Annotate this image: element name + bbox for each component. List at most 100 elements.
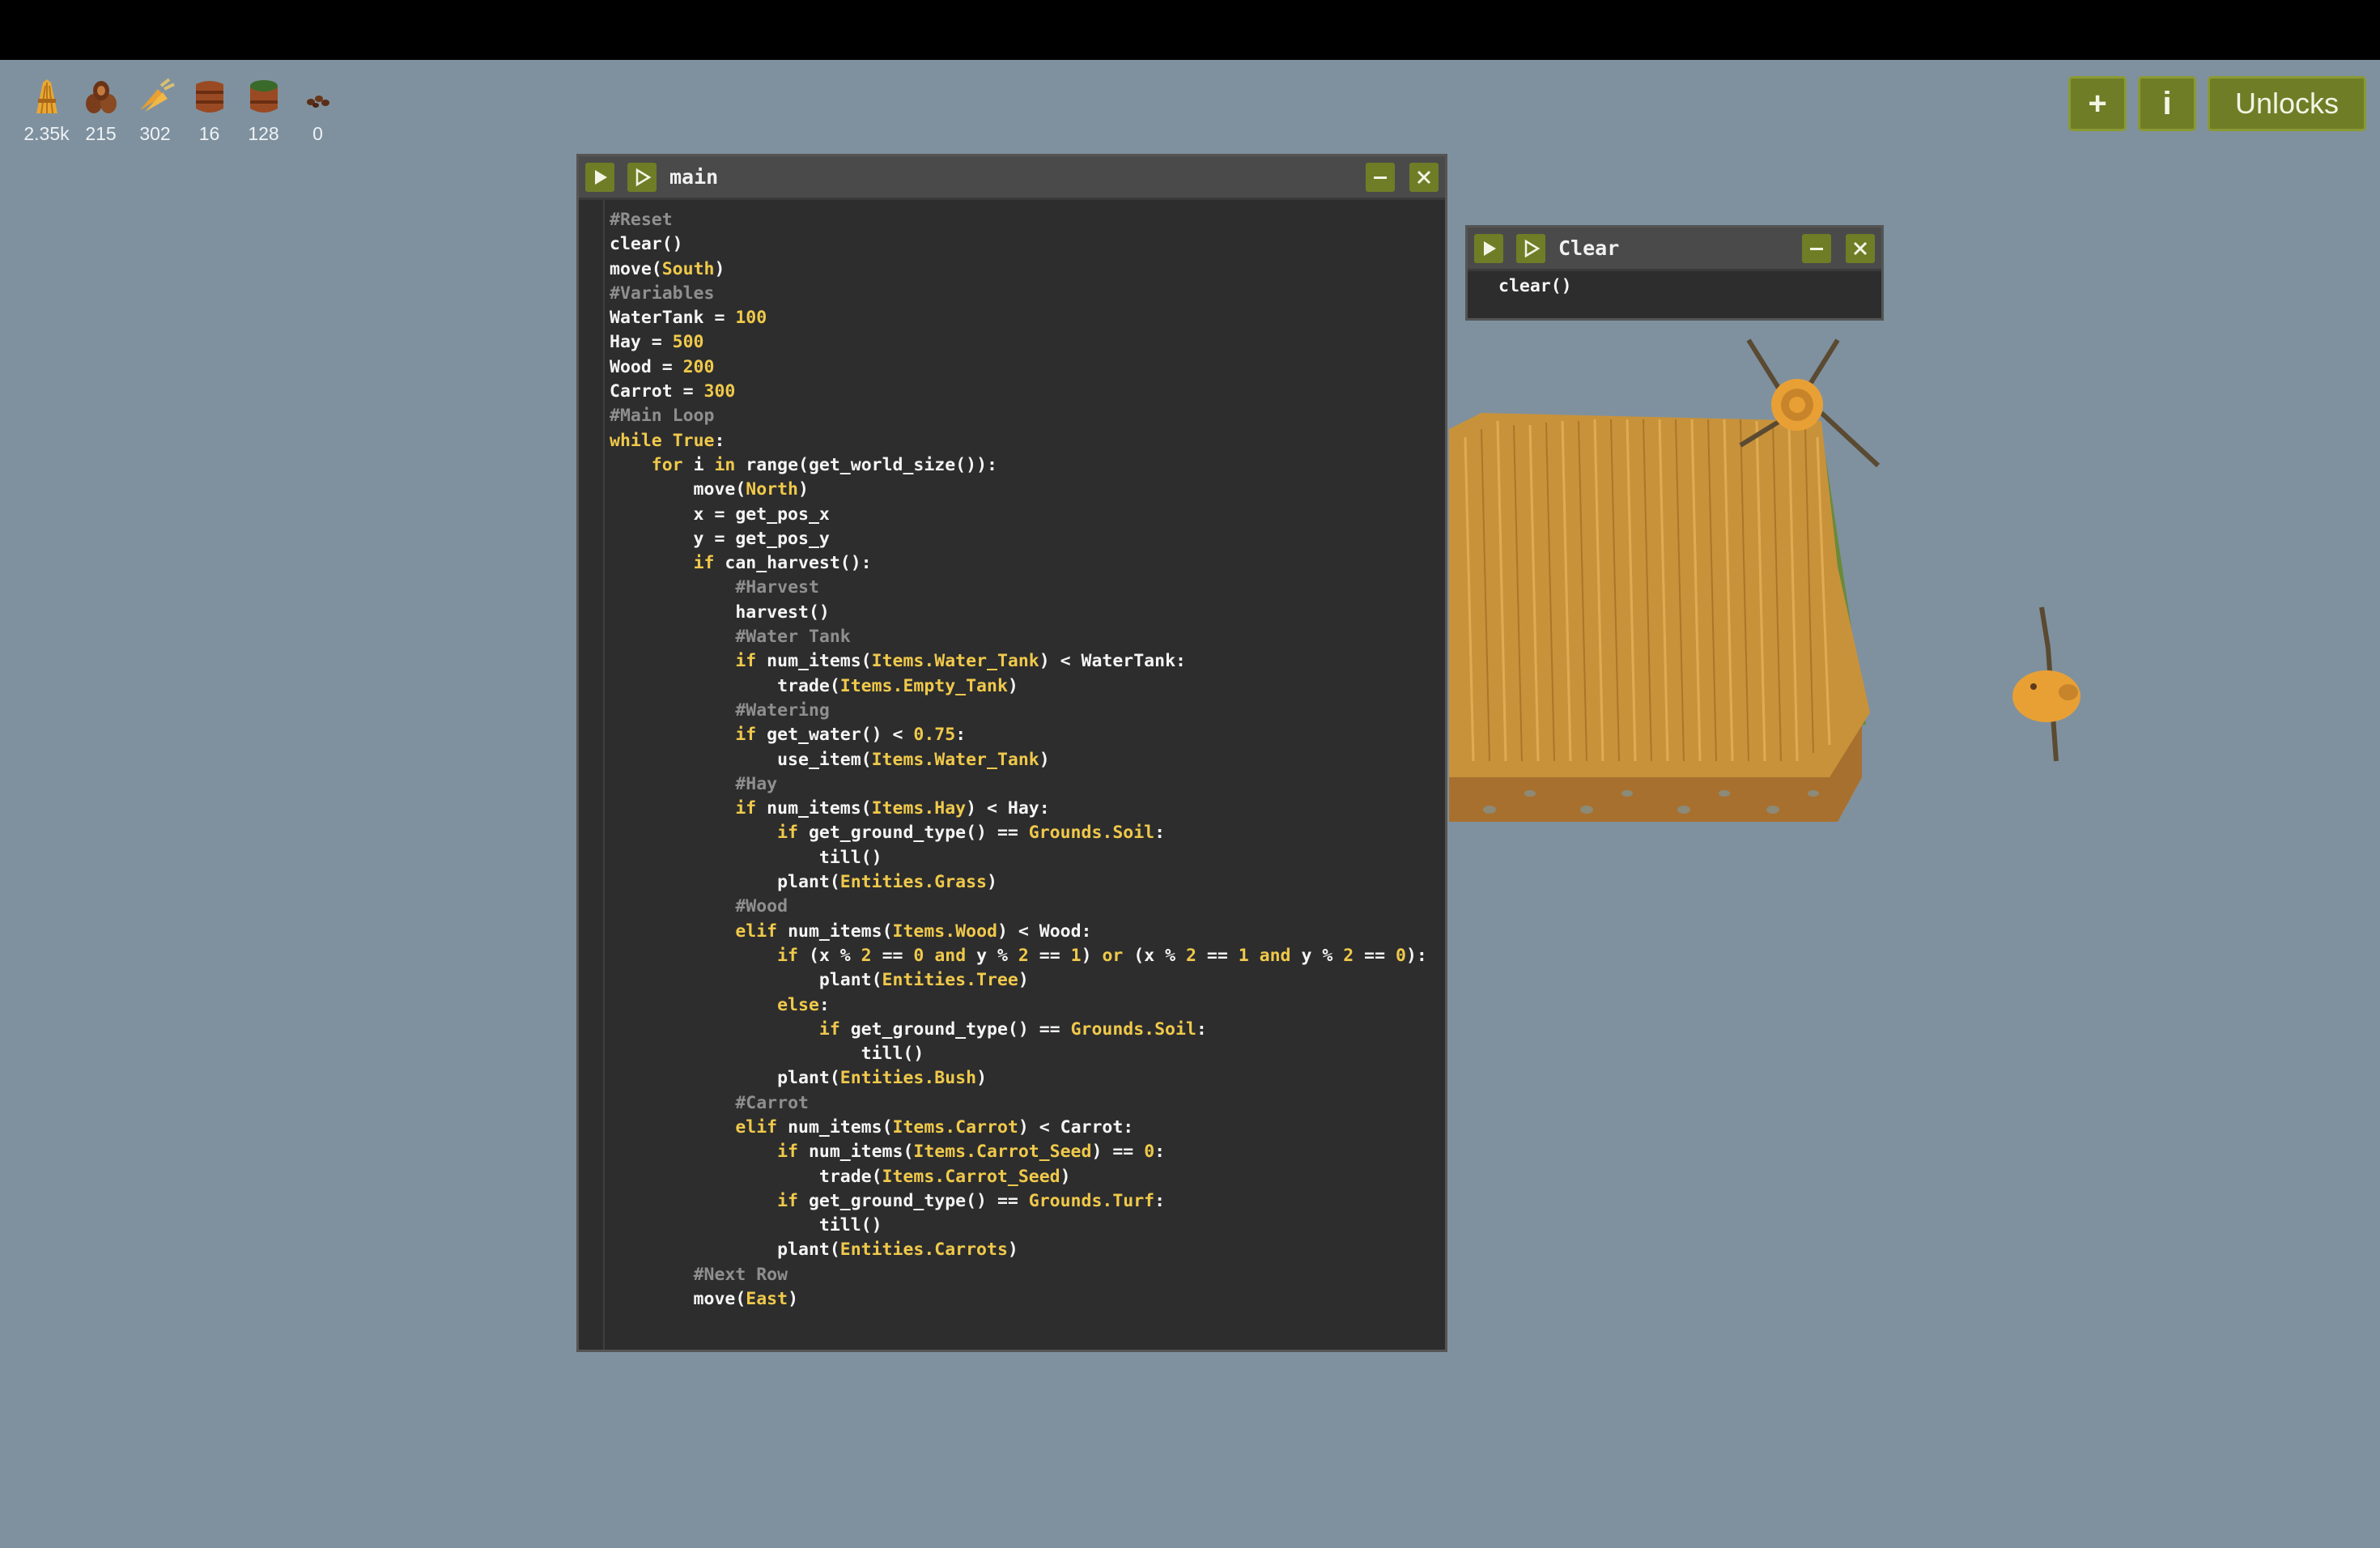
- code-token-ident: Entities.Carrots: [839, 1240, 1008, 1261]
- step-button[interactable]: [1516, 233, 1545, 263]
- code-token-ident: Grounds.Turf: [1028, 1190, 1155, 1211]
- code-line: if get_ground_type() == Grounds.Soil:: [610, 821, 1427, 845]
- code-token-keyword: or: [1102, 945, 1124, 966]
- resource-count: 16: [198, 123, 220, 144]
- code-token-plain: ) ==: [1091, 1142, 1145, 1163]
- carrot-icon: [139, 78, 175, 112]
- code-token-ident: Entities.Bush: [839, 1068, 977, 1089]
- code-line: use_item(Items.Water_Tank): [610, 748, 1427, 772]
- add-button[interactable]: +: [2068, 76, 2127, 131]
- minimize-button[interactable]: [1366, 162, 1395, 192]
- resource-count: 0: [312, 123, 323, 144]
- code-token-number: 200: [682, 356, 715, 377]
- resource-count: 2.35k: [23, 123, 70, 144]
- code-line: #Hay: [610, 772, 1427, 797]
- code-token-plain: :: [955, 725, 967, 746]
- code-line: Hay = 500: [610, 330, 1427, 355]
- code-token-ident: Grounds.Soil: [1028, 823, 1155, 844]
- run-button[interactable]: [1474, 233, 1503, 263]
- close-button[interactable]: [1846, 233, 1875, 263]
- code-token-plain: i: [682, 454, 715, 475]
- code-line: if get_water() < 0.75:: [610, 723, 1427, 747]
- code-text[interactable]: clear(): [1498, 274, 1572, 299]
- code-line: if get_ground_type() == Grounds.Turf:: [610, 1189, 1427, 1214]
- info-button[interactable]: i: [2138, 76, 2196, 131]
- farm-field[interactable]: [1449, 324, 1902, 834]
- code-line: if num_items(Items.Water_Tank) < WaterTa…: [610, 649, 1427, 674]
- wood-icon: [85, 81, 117, 113]
- code-token-plain: ): [1060, 1166, 1071, 1187]
- code-line: clear(): [1498, 274, 1572, 299]
- window-header[interactable]: main: [579, 156, 1445, 200]
- code-token-plain: num_items(: [777, 921, 893, 942]
- code-token-plain: :: [1154, 1190, 1166, 1211]
- run-button[interactable]: [585, 162, 614, 192]
- resource-water-tank: 16: [182, 74, 236, 145]
- code-line: #Next Row: [610, 1263, 1427, 1287]
- code-token-plain: ) < Carrot:: [1018, 1116, 1134, 1138]
- code-token-comment: #Next Row: [693, 1264, 788, 1285]
- empty-tank-icon: [249, 80, 278, 113]
- code-line: plant(Entities.Tree): [610, 968, 1427, 993]
- code-token-plain: :: [1154, 1142, 1166, 1163]
- code-token-plain: num_items(: [777, 1116, 893, 1138]
- code-token-comment: #Main Loop: [610, 406, 715, 427]
- code-token-plain: y %: [966, 945, 1018, 966]
- code-token-keyword: in: [714, 454, 736, 475]
- code-line: trade(Items.Empty_Tank): [610, 674, 1427, 699]
- code-token-number: 0: [1144, 1142, 1155, 1163]
- code-token-keyword: and: [1259, 945, 1291, 966]
- code-line: plant(Entities.Bush): [610, 1066, 1427, 1091]
- code-token-comment: #Water Tank: [735, 627, 851, 648]
- code-token-plain: ): [987, 872, 997, 893]
- unlocks-button[interactable]: Unlocks: [2208, 76, 2366, 131]
- code-token-comment: #Wood: [735, 896, 788, 917]
- code-text[interactable]: #Reset clear() move(South) #Variables WaterT…: [610, 208, 1427, 1312]
- code-line: x = get_pos_x: [610, 503, 1427, 527]
- code-token-comment: #Reset: [610, 210, 673, 230]
- close-button[interactable]: [1409, 162, 1439, 192]
- code-editor[interactable]: clear(): [1468, 271, 1881, 318]
- clear-code-window[interactable]: Clear clear(): [1465, 225, 1884, 321]
- line-gutter: [579, 200, 605, 1350]
- code-line: for i in range(get_world_size()):: [610, 453, 1427, 478]
- code-line: #Wood: [610, 895, 1427, 919]
- seeds-icon: [306, 96, 329, 108]
- code-line: #Carrot: [610, 1091, 1427, 1116]
- code-token-plain: move(: [610, 1289, 746, 1310]
- code-token-plain: ): [1007, 1240, 1018, 1261]
- window-header[interactable]: Clear: [1468, 228, 1881, 271]
- resource-empty-tank: 128: [236, 74, 291, 145]
- minimize-button[interactable]: [1802, 233, 1831, 263]
- code-token-keyword: elif: [735, 921, 778, 942]
- code-token-plain: plant(: [610, 872, 840, 893]
- code-token-keyword: and: [934, 945, 967, 966]
- code-token-plain: plant(: [610, 1240, 840, 1261]
- code-token-ident: East: [746, 1289, 788, 1310]
- close-icon: [1853, 241, 1868, 255]
- hay-icon: [36, 79, 57, 114]
- main-code-window[interactable]: main #Reset clear() move(South) #Variables W…: [576, 154, 1447, 1352]
- code-token-keyword: for: [651, 454, 683, 475]
- code-token-plain: WaterTank =: [610, 308, 736, 329]
- step-button[interactable]: [627, 162, 657, 192]
- code-token-number: 2: [1186, 945, 1196, 966]
- code-line: till(): [610, 1214, 1427, 1238]
- code-token-ident: Items.Wood: [892, 921, 997, 942]
- resource-hay: 2.35k: [19, 74, 74, 145]
- code-token-plain: get_ground_type() ==: [798, 823, 1029, 844]
- code-token-plain: Hay =: [610, 332, 673, 353]
- code-editor[interactable]: #Reset clear() move(South) #Variables WaterT…: [579, 200, 1445, 1350]
- code-token-keyword: True: [672, 430, 715, 451]
